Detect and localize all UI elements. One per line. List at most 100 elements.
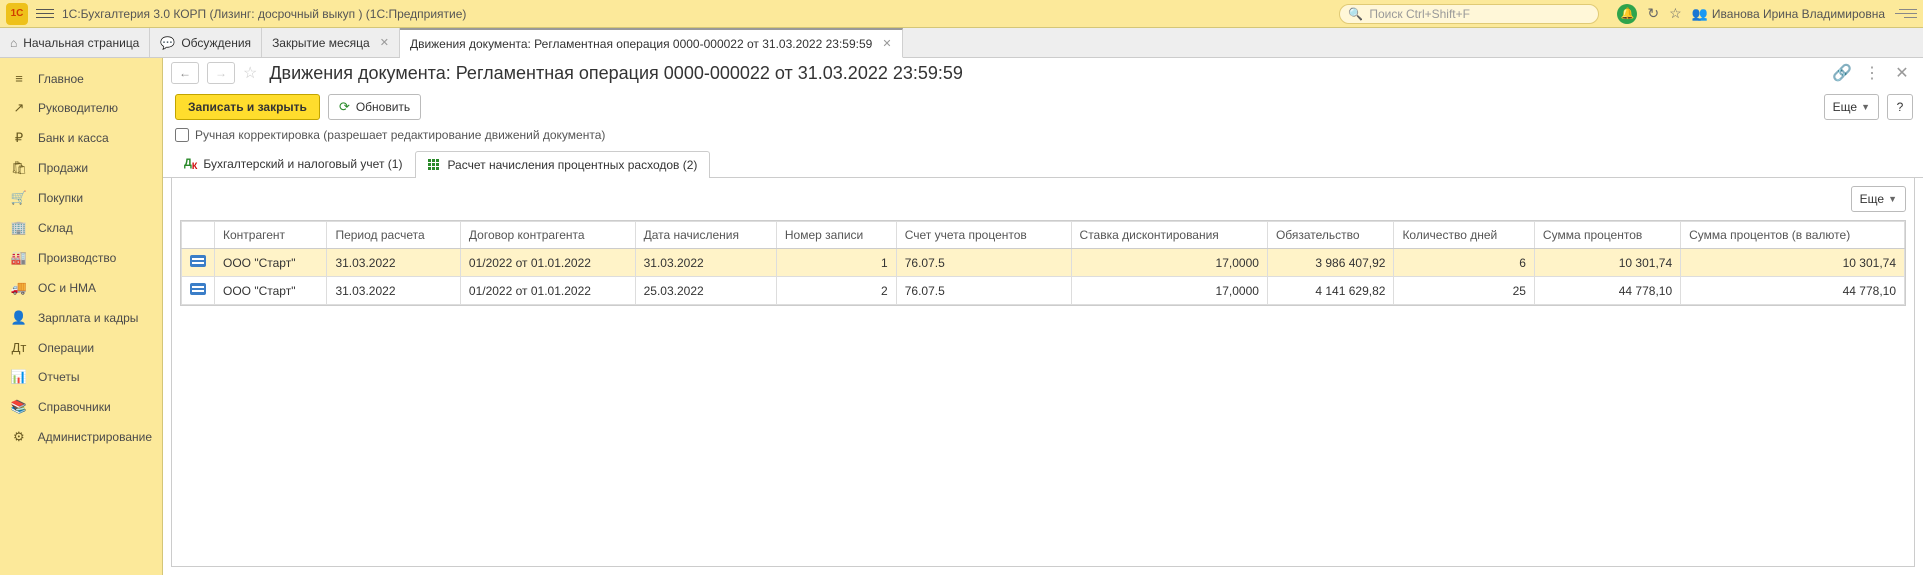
cell: 44 778,10 (1681, 277, 1905, 305)
column-header[interactable]: Контрагент (215, 222, 327, 249)
notifications-icon[interactable]: 🔔 (1617, 4, 1637, 24)
sidebar-item[interactable]: ↗Руководителю (0, 93, 162, 123)
manual-edit-row: Ручная корректировка (разрешает редактир… (163, 126, 1923, 150)
inner-tab[interactable]: ДКБухгалтерский и налоговый учет (1) (171, 150, 415, 177)
cell: 4 141 629,82 (1267, 277, 1394, 305)
column-header[interactable]: Ставка дисконтирования (1071, 222, 1267, 249)
table-row[interactable]: ООО "Старт"31.03.202201/2022 от 01.01.20… (182, 277, 1905, 305)
table-row[interactable]: ООО "Старт"31.03.202201/2022 от 01.01.20… (182, 249, 1905, 277)
logo-1c-icon: 1C (6, 3, 28, 25)
sidebar-item[interactable]: Дт Операции (0, 333, 162, 362)
help-button[interactable]: ? (1887, 94, 1913, 120)
close-tab-icon[interactable]: ✕ (882, 37, 891, 50)
sidebar-item-label: Зарплата и кадры (38, 311, 138, 325)
manual-edit-checkbox[interactable] (175, 128, 189, 142)
sidebar-item-icon: 🚚 (10, 280, 28, 296)
save-and-close-button[interactable]: Записать и закрыть (175, 94, 320, 120)
data-table: КонтрагентПериод расчетаДоговор контраге… (180, 220, 1906, 306)
content-area: ← → ☆ Движения документа: Регламентная о… (163, 58, 1923, 575)
search-placeholder: Поиск Ctrl+Shift+F (1369, 7, 1470, 21)
nav-forward-button[interactable]: → (207, 62, 235, 84)
inner-tab-label: Расчет начисления процентных расходов (2… (447, 158, 697, 172)
document-toolbar: Записать и закрыть ⟳ Обновить Еще ▼ ? (163, 84, 1923, 126)
sidebar-item[interactable]: 🏭Производство (0, 243, 162, 273)
column-header[interactable]: Номер записи (776, 222, 896, 249)
cell: 44 778,10 (1534, 277, 1680, 305)
refresh-icon: ⟳ (339, 99, 350, 115)
cell: 76.07.5 (896, 249, 1071, 277)
column-header[interactable]: Счет учета процентов (896, 222, 1071, 249)
cell: ООО "Старт" (215, 277, 327, 305)
column-header[interactable]: Количество дней (1394, 222, 1534, 249)
column-header[interactable]: Период расчета (327, 222, 460, 249)
more-label: Еще (1833, 100, 1857, 114)
sidebar-item-icon: ≡ (10, 71, 28, 86)
table-more-button[interactable]: Еще ▼ (1851, 186, 1906, 212)
cell: 17,0000 (1071, 277, 1267, 305)
settings-menu-icon[interactable] (1895, 9, 1917, 18)
sidebar-item-icon: 🛍 (10, 160, 28, 176)
sidebar-item-label: Отчеты (38, 370, 79, 384)
sidebar-item[interactable]: ⚙Администрирование (0, 422, 162, 452)
sidebar-item-label: Операции (38, 341, 94, 355)
sidebar-item[interactable]: ≡Главное (0, 64, 162, 93)
sidebar-item[interactable]: 🛍Продажи (0, 153, 162, 183)
tab-item[interactable]: Закрытие месяца✕ (262, 28, 400, 57)
app-title: 1С:Бухгалтерия 3.0 КОРП (Лизинг: досрочн… (62, 7, 466, 21)
sidebar-item-icon: 🏢 (10, 220, 28, 236)
tab-panel: Еще ▼ КонтрагентПериод расчетаДоговор ко… (171, 178, 1915, 567)
inner-tab[interactable]: Расчет начисления процентных расходов (2… (415, 151, 710, 178)
cell: 76.07.5 (896, 277, 1071, 305)
navigation-sidebar: ≡Главное↗Руководителю₽Банк и касса🛍Прода… (0, 58, 163, 575)
sidebar-item-icon: 📚 (10, 399, 28, 415)
table-toolbar: Еще ▼ (180, 186, 1906, 216)
favorite-toggle-icon[interactable]: ☆ (243, 63, 257, 83)
sidebar-item-label: Администрирование (38, 430, 152, 444)
favorite-icon[interactable]: ☆ (1669, 5, 1682, 22)
sidebar-item-icon: Дт (10, 340, 28, 355)
kebab-menu-icon[interactable]: ⋮ (1861, 62, 1883, 84)
column-header[interactable]: Сумма процентов (1534, 222, 1680, 249)
nav-back-button[interactable]: ← (171, 62, 199, 84)
document-title: Движения документа: Регламентная операци… (269, 63, 963, 84)
cell: 31.03.2022 (327, 249, 460, 277)
column-header[interactable]: Обязательство (1267, 222, 1394, 249)
column-header[interactable]: Сумма процентов (в валюте) (1681, 222, 1905, 249)
sidebar-item-label: Руководителю (38, 101, 118, 115)
sidebar-item[interactable]: ₽Банк и касса (0, 123, 162, 153)
sidebar-item-icon: ₽ (10, 130, 28, 146)
cell: 1 (776, 249, 896, 277)
user-menu[interactable]: 👥 Иванова Ирина Владимировна (1692, 6, 1885, 22)
column-header[interactable]: Договор контрагента (460, 222, 635, 249)
tab-start-page[interactable]: ⌂ Начальная страница (0, 28, 150, 57)
sidebar-item[interactable]: 🛒Покупки (0, 183, 162, 213)
more-actions-button[interactable]: Еще ▼ (1824, 94, 1879, 120)
tab-item[interactable]: Движения документа: Регламентная операци… (400, 28, 903, 58)
sidebar-item[interactable]: 🏢Склад (0, 213, 162, 243)
user-name: Иванова Ирина Владимировна (1712, 7, 1885, 21)
close-tab-icon[interactable]: ✕ (380, 36, 389, 49)
sidebar-item[interactable]: 🚚 ОС и НМА (0, 273, 162, 303)
history-icon[interactable]: ↻ (1647, 5, 1659, 22)
main-menu-button[interactable] (36, 5, 54, 23)
main-tabs: ⌂ Начальная страница 💬ОбсужденияЗакрытие… (0, 28, 1923, 58)
grid-icon (428, 159, 441, 172)
cell: 3 986 407,92 (1267, 249, 1394, 277)
close-document-icon[interactable]: ✕ (1891, 62, 1913, 84)
cell: 10 301,74 (1681, 249, 1905, 277)
sidebar-item[interactable]: 📊Отчеты (0, 362, 162, 392)
global-search-input[interactable]: 🔍 Поиск Ctrl+Shift+F (1339, 4, 1599, 24)
sidebar-item-icon: 👤 (10, 310, 28, 326)
sidebar-item-label: ОС и НМА (38, 281, 96, 295)
cell: 01/2022 от 01.01.2022 (460, 277, 635, 305)
tab-item[interactable]: 💬Обсуждения (150, 28, 262, 57)
sidebar-item[interactable]: 👤 Зарплата и кадры (0, 303, 162, 333)
cell: 01/2022 от 01.01.2022 (460, 249, 635, 277)
column-header[interactable]: Дата начисления (635, 222, 776, 249)
refresh-button[interactable]: ⟳ Обновить (328, 94, 421, 120)
sidebar-item[interactable]: 📚Справочники (0, 392, 162, 422)
titlebar: 1C 1С:Бухгалтерия 3.0 КОРП (Лизинг: доср… (0, 0, 1923, 28)
cell: 31.03.2022 (635, 249, 776, 277)
link-icon[interactable]: 🔗 (1831, 62, 1853, 84)
row-icon (190, 255, 206, 267)
